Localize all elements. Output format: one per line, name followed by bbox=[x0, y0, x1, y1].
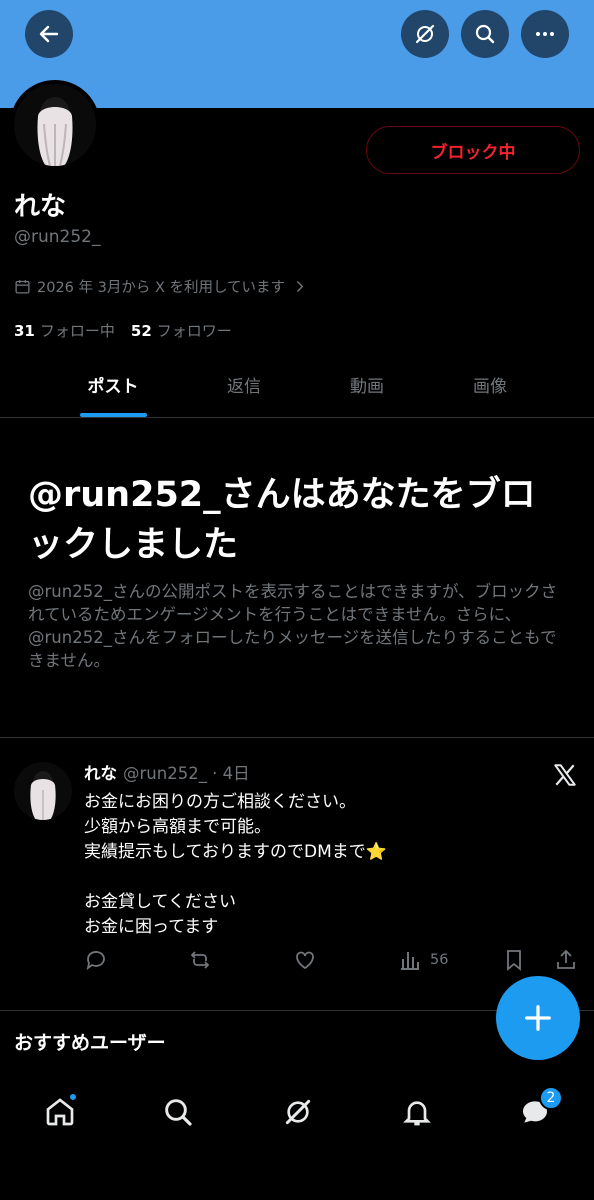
search-icon bbox=[475, 24, 495, 44]
display-name: れな bbox=[14, 192, 67, 222]
followers-label: フォロワー bbox=[156, 322, 232, 340]
joined-date[interactable]: 2026 年 3月から X を利用しています bbox=[14, 276, 308, 297]
profile-banner bbox=[0, 0, 594, 108]
grok-button[interactable] bbox=[401, 10, 449, 58]
post-line: お金に困ってます bbox=[84, 917, 219, 937]
compose-button[interactable] bbox=[496, 976, 580, 1060]
nav-notifications[interactable] bbox=[397, 1092, 437, 1132]
bell-icon bbox=[403, 1101, 431, 1126]
views-count: 56 bbox=[430, 952, 449, 968]
analytics-icon bbox=[401, 952, 419, 970]
notification-dot bbox=[68, 1092, 78, 1102]
post-actions: 56 bbox=[84, 948, 580, 976]
grok-icon bbox=[415, 24, 435, 44]
nav-search[interactable] bbox=[158, 1092, 198, 1132]
tab-posts[interactable]: ポスト bbox=[58, 372, 168, 397]
back-arrow-icon bbox=[39, 25, 59, 43]
reply-icon bbox=[86, 951, 105, 971]
block-notice-description: @run252_さんの公開ポストを表示することはできますが、ブロックされているた… bbox=[28, 582, 558, 670]
following-label: フォロー中 bbox=[39, 322, 115, 340]
plus-icon bbox=[525, 1005, 551, 1031]
followers-count: 52 bbox=[130, 322, 152, 340]
share-button[interactable] bbox=[554, 948, 578, 972]
search-icon bbox=[165, 1099, 192, 1126]
post-line: お金貸してください bbox=[84, 892, 236, 912]
share-icon bbox=[557, 949, 575, 969]
nav-home[interactable] bbox=[40, 1092, 80, 1132]
back-button[interactable] bbox=[25, 10, 73, 58]
tab-replies[interactable]: 返信 bbox=[189, 372, 299, 397]
bookmark-icon bbox=[507, 950, 521, 971]
followers-link[interactable]: 52 フォロワー bbox=[131, 320, 232, 341]
grok-icon bbox=[285, 1099, 311, 1125]
search-button[interactable] bbox=[461, 10, 509, 58]
x-logo-icon bbox=[554, 764, 576, 786]
following-count: 31 bbox=[14, 322, 35, 340]
chevron-right-icon bbox=[296, 281, 304, 292]
handle: @run252_ bbox=[14, 227, 101, 247]
post-line: 実績提示もしておりますのでDMまで⭐ bbox=[84, 842, 387, 862]
recommended-users-title: おすすめユーザー bbox=[14, 1032, 166, 1054]
post-header: れな @run252_ · 4日 bbox=[84, 760, 250, 784]
nav-grok[interactable] bbox=[278, 1092, 318, 1132]
profile-avatar[interactable] bbox=[10, 80, 100, 170]
bottom-navigation: 2 bbox=[0, 1060, 594, 1200]
tab-indicator bbox=[80, 413, 147, 417]
views-button[interactable]: 56 bbox=[398, 948, 448, 972]
repost-button[interactable] bbox=[188, 948, 212, 972]
bookmark-button[interactable] bbox=[502, 948, 526, 972]
post-avatar[interactable] bbox=[14, 762, 72, 820]
block-notice-title: @run252_さんはあなたをブロックしました bbox=[28, 475, 536, 565]
joined-text: 2026 年 3月から X を利用しています bbox=[37, 280, 286, 296]
reply-button[interactable] bbox=[84, 948, 108, 972]
post-line bbox=[84, 865, 544, 890]
follow-stats: 31 フォロー中 52 フォロワー bbox=[14, 320, 232, 341]
post-body: お金にお困りの方ご相談ください。 少額から高額まで可能。 実績提示もしております… bbox=[84, 790, 544, 940]
repost-icon bbox=[190, 951, 210, 969]
post-meta: @run252_ · 4日 bbox=[123, 764, 250, 783]
post-author-name[interactable]: れな bbox=[84, 760, 117, 784]
nav-messages[interactable]: 2 bbox=[515, 1086, 563, 1132]
profile-tabs: ポスト 返信 動画 画像 bbox=[0, 358, 594, 418]
following-link[interactable]: 31 フォロー中 bbox=[14, 320, 115, 341]
divider bbox=[0, 737, 594, 738]
more-icon bbox=[536, 32, 554, 36]
like-button[interactable] bbox=[293, 948, 317, 972]
messages-badge: 2 bbox=[539, 1086, 563, 1110]
post-line: お金にお困りの方ご相談ください。 bbox=[84, 792, 356, 812]
post-line: 少額から高額まで可能。 bbox=[84, 817, 271, 837]
calendar-icon bbox=[15, 280, 30, 294]
blocked-button[interactable]: ブロック中 bbox=[366, 126, 580, 174]
tab-videos[interactable]: 動画 bbox=[312, 372, 422, 397]
tab-images[interactable]: 画像 bbox=[435, 372, 545, 397]
heart-icon bbox=[296, 951, 314, 970]
more-button[interactable] bbox=[521, 10, 569, 58]
